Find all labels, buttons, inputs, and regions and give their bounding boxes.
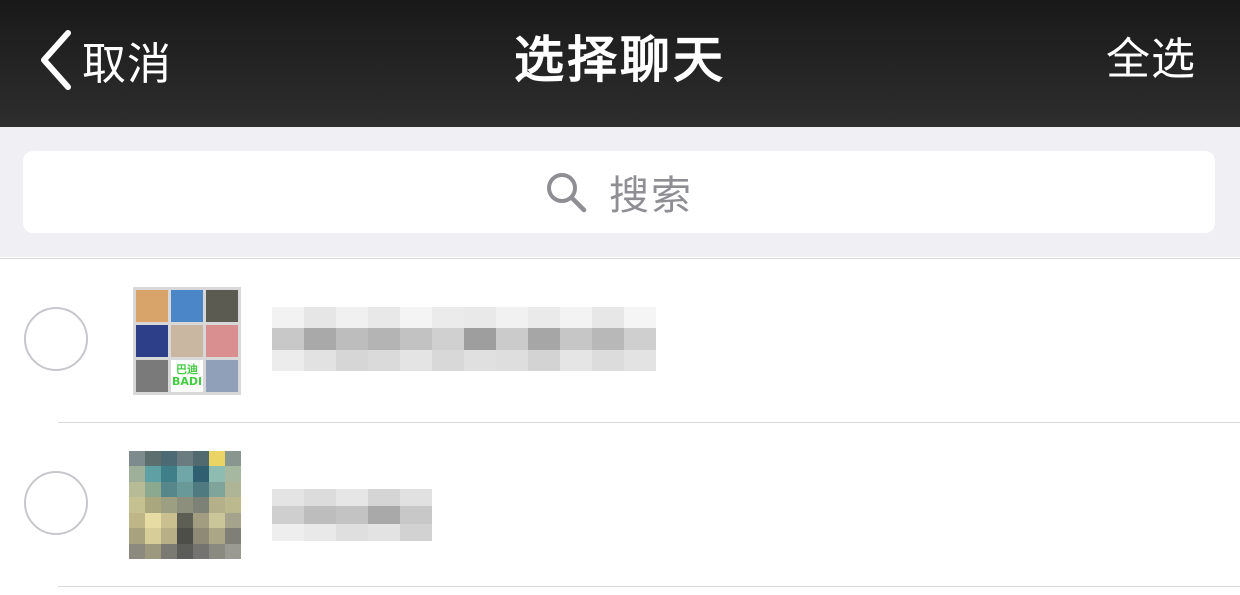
page-title: 选择聊天	[514, 31, 726, 89]
chat-list: 巴迪 BADI	[0, 258, 1240, 587]
avatar-tile	[136, 360, 168, 392]
chat-name-redacted	[272, 489, 432, 541]
avatar-tile	[136, 325, 168, 357]
select-all-button[interactable]: 全选	[1106, 28, 1196, 92]
avatar-tile	[171, 325, 203, 357]
search-placeholder: 搜索	[609, 173, 693, 219]
avatar-tile	[206, 325, 238, 357]
avatar-tile-logo: 巴迪 BADI	[171, 360, 203, 392]
search-input[interactable]: 搜索	[23, 151, 1215, 233]
avatar-tile	[206, 360, 238, 392]
chat-name-redacted	[272, 307, 656, 371]
chat-row[interactable]	[0, 423, 1240, 587]
group-avatar: 巴迪 BADI	[133, 287, 241, 395]
pixelated-avatar	[129, 451, 241, 559]
avatar-tile	[206, 290, 238, 322]
avatar-logo-text: BADI	[171, 375, 203, 388]
select-radio[interactable]	[24, 307, 88, 371]
search-icon	[547, 173, 587, 213]
avatar-tile	[136, 290, 168, 322]
search-bar: 搜索	[0, 127, 1240, 257]
select-radio[interactable]	[24, 471, 88, 535]
chat-row[interactable]: 巴迪 BADI	[0, 259, 1240, 423]
row-divider	[58, 586, 1240, 587]
avatar-tile	[171, 290, 203, 322]
navigation-bar: 取消 选择聊天 全选	[0, 0, 1240, 127]
